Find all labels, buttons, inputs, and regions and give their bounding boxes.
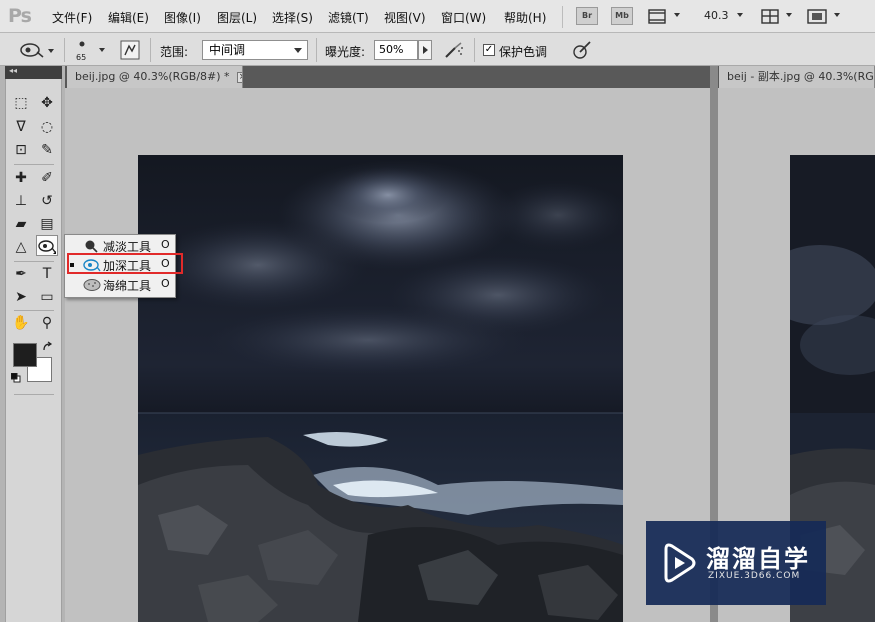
- burn-tool-icon[interactable]: [36, 235, 58, 256]
- exposure-input[interactable]: 50%: [374, 40, 418, 60]
- type-tool-icon[interactable]: T: [36, 263, 58, 284]
- burn-tool-highlight-box: [67, 253, 183, 274]
- stormy-seascape-photo: [138, 155, 623, 622]
- sponge-tool-shortcut: O: [161, 277, 170, 290]
- sponge-tool-menu-item[interactable]: 海绵工具 O: [65, 275, 175, 294]
- move-tool-icon[interactable]: ✥: [36, 92, 58, 113]
- toolbox-divider: [14, 261, 54, 262]
- menu-filter[interactable]: 滤镜(T): [328, 9, 369, 26]
- shape-tool-icon[interactable]: ▭: [36, 286, 58, 307]
- menu-bar: Ps 文件(F) 编辑(E) 图像(I) 图层(L) 选择(S) 滤镜(T) 视…: [0, 0, 875, 33]
- document-canvas-image[interactable]: [138, 155, 623, 622]
- tool-preset-caret-icon[interactable]: [48, 49, 54, 53]
- dodge-tool-shortcut: O: [161, 238, 170, 251]
- close-tab-button[interactable]: ×: [237, 71, 242, 83]
- zoom-level[interactable]: 40.3: [704, 9, 729, 22]
- play-logo-icon: [664, 543, 696, 583]
- eraser-tool-icon[interactable]: ▰: [10, 213, 32, 234]
- menu-view[interactable]: 视图(V): [384, 9, 426, 26]
- toolbox-divider: [14, 394, 54, 395]
- watermark-title: 溜溜自学: [706, 545, 810, 573]
- collapse-arrows-icon[interactable]: ◂◂: [9, 66, 17, 75]
- document-tab-beij[interactable]: beij.jpg @ 40.3%(RGB/8#) * ×: [67, 66, 243, 88]
- dodge-tool-icon: [85, 240, 98, 253]
- view-extras-caret-icon[interactable]: [674, 13, 680, 17]
- menu-image[interactable]: 图像(I): [164, 9, 201, 26]
- zoom-tool-icon[interactable]: ⚲: [36, 312, 58, 333]
- toolbox-divider: [14, 310, 54, 311]
- menu-window[interactable]: 窗口(W): [441, 9, 486, 26]
- protect-tones-label: 保护色调: [499, 45, 548, 59]
- history-brush-tool-icon[interactable]: ↺: [36, 190, 58, 211]
- airbrush-icon[interactable]: [443, 40, 465, 60]
- bridge-button[interactable]: Br: [576, 7, 598, 25]
- clone-stamp-tool-icon[interactable]: ⊥: [10, 190, 32, 211]
- toolbox-header[interactable]: ◂◂: [5, 66, 62, 79]
- menu-select[interactable]: 选择(S): [272, 9, 313, 26]
- brush-tool-icon[interactable]: ✐: [36, 167, 58, 188]
- brush-panel-icon[interactable]: [120, 40, 140, 60]
- document-tab-beij-copy[interactable]: beij - 副本.jpg @ 40.3%(RGB/8#): [719, 66, 875, 88]
- mini-bridge-button[interactable]: Mb: [611, 7, 633, 25]
- hand-tool-icon[interactable]: ✋: [10, 312, 32, 333]
- foreground-color-swatch[interactable]: [13, 343, 37, 367]
- menu-file[interactable]: 文件(F): [52, 9, 92, 26]
- menu-layer[interactable]: 图层(L): [217, 9, 257, 26]
- path-selection-tool-icon[interactable]: ➤: [10, 286, 32, 307]
- exposure-slider-button[interactable]: [418, 40, 432, 60]
- default-colors-icon[interactable]: [11, 373, 21, 383]
- pressure-size-icon[interactable]: [572, 40, 592, 60]
- brush-tip-icon[interactable]: [77, 39, 87, 49]
- blur-tool-icon[interactable]: △: [10, 236, 32, 257]
- options-divider: [64, 38, 65, 62]
- zoom-caret-icon[interactable]: [737, 13, 743, 17]
- toolbox-divider: [14, 164, 54, 165]
- sponge-tool-label: 海绵工具: [103, 279, 152, 293]
- document-tab-title: beij - 副本.jpg @ 40.3%(RGB/8#): [727, 70, 874, 83]
- quick-select-tool-icon[interactable]: ◌: [36, 116, 58, 137]
- lasso-tool-icon[interactable]: ᐁ: [10, 116, 32, 137]
- brush-picker-caret-icon[interactable]: [99, 48, 105, 52]
- view-extras-icon[interactable]: [648, 9, 666, 24]
- arrange-caret-icon[interactable]: [786, 13, 792, 17]
- options-bar: 范围: 中间调 曝光度: 50% ✓ 保护色调: [0, 33, 875, 66]
- screen-mode-caret-icon[interactable]: [834, 13, 840, 17]
- screen-mode-icon[interactable]: [807, 9, 827, 24]
- chevron-down-icon: [294, 48, 302, 53]
- options-divider: [150, 38, 151, 62]
- options-divider: [316, 38, 317, 62]
- menu-help[interactable]: 帮助(H): [504, 9, 546, 26]
- zixue-watermark: 溜溜自学 ZIXUE.3D66.COM: [646, 521, 826, 605]
- sponge-tool-icon: [83, 279, 101, 291]
- healing-brush-tool-icon[interactable]: ✚: [10, 167, 32, 188]
- brush-size-value: 65: [76, 53, 87, 62]
- document-tab-title: beij.jpg @ 40.3%(RGB/8#) *: [75, 70, 230, 83]
- crop-tool-icon[interactable]: ⊡: [10, 139, 32, 160]
- protect-tones-checkbox[interactable]: ✓: [483, 44, 495, 56]
- watermark-subtitle: ZIXUE.3D66.COM: [708, 571, 801, 581]
- menu-edit[interactable]: 编辑(E): [108, 9, 149, 26]
- exposure-label: 曝光度:: [325, 45, 366, 59]
- burn-tool-preset-icon[interactable]: [19, 41, 45, 59]
- options-divider: [474, 38, 475, 62]
- menubar-divider: [562, 6, 563, 28]
- range-label: 范围:: [160, 45, 189, 59]
- range-value: 中间调: [209, 43, 246, 57]
- tool-group-marker-icon: [53, 251, 56, 254]
- photoshop-logo-icon: Ps: [8, 5, 32, 27]
- arrange-documents-icon[interactable]: [761, 9, 779, 24]
- eyedropper-tool-icon[interactable]: ✎: [36, 139, 58, 160]
- pen-tool-icon[interactable]: ✒: [10, 263, 32, 284]
- gradient-tool-icon[interactable]: ▤: [36, 213, 58, 234]
- swap-colors-icon[interactable]: [42, 341, 54, 353]
- marquee-tool-icon[interactable]: ⬚: [10, 92, 32, 113]
- range-select[interactable]: 中间调: [202, 40, 308, 60]
